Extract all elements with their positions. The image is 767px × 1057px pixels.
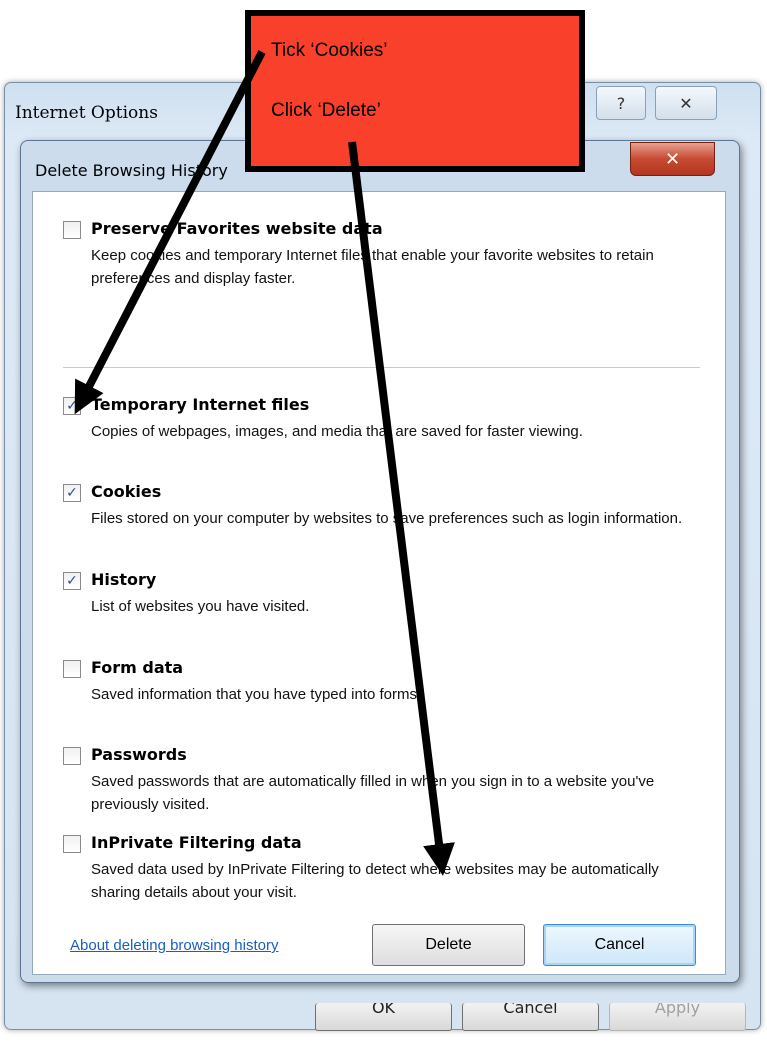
dialog-body: Preserve Favorites website data Keep coo…	[32, 191, 726, 975]
help-icon: ?	[616, 93, 626, 113]
option-description: Saved data used by InPrivate Filtering t…	[91, 861, 659, 901]
cancel-button[interactable]: Cancel	[543, 924, 696, 966]
option-description: Copies of webpages, images, and media th…	[91, 423, 583, 440]
option-description: List of websites you have visited.	[91, 598, 310, 615]
checkbox-temporary-internet-files[interactable]: ✓	[63, 397, 81, 415]
checkbox-cookies[interactable]: ✓	[63, 484, 81, 502]
option-label: Preserve Favorites website data	[91, 219, 383, 238]
checkbox-passwords[interactable]	[63, 747, 81, 765]
option-description: Files stored on your computer by website…	[91, 510, 683, 527]
outer-cancel-button[interactable]: Cancel	[462, 1003, 599, 1031]
option-label: Cookies	[91, 482, 162, 501]
option-label: InPrivate Filtering data	[91, 833, 302, 852]
instruction-callout: Tick ‘Cookies’ Click ‘Delete’	[245, 10, 585, 172]
outer-button-row: OK Cancel Apply	[315, 1003, 755, 1031]
option-label: Passwords	[91, 745, 187, 764]
about-deleting-history-link[interactable]: About deleting browsing history	[70, 937, 278, 954]
option-description: Keep cookies and temporary Internet file…	[91, 247, 654, 287]
ok-button[interactable]: OK	[315, 1003, 452, 1031]
close-icon: ✕	[664, 148, 681, 170]
instruction-click-delete: Click ‘Delete’	[271, 100, 381, 121]
checkbox-form-data[interactable]	[63, 660, 81, 678]
option-description: Saved information that you have typed in…	[91, 686, 422, 703]
checkbox-inprivate-filtering[interactable]	[63, 835, 81, 853]
divider	[63, 367, 700, 368]
help-button[interactable]: ?	[596, 86, 646, 120]
instruction-tick-cookies: Tick ‘Cookies’	[271, 40, 388, 61]
option-description: Saved passwords that are automatically f…	[91, 773, 655, 813]
dialog-title: Delete Browsing History	[35, 161, 228, 180]
checkbox-preserve-favorites[interactable]	[63, 221, 81, 239]
window-close-button[interactable]: ✕	[655, 86, 717, 120]
option-label: Temporary Internet files	[91, 395, 310, 414]
option-label: History	[91, 570, 157, 589]
delete-browsing-history-dialog: Delete Browsing History ✕ Preserve Favor…	[20, 140, 740, 983]
dialog-close-button[interactable]: ✕	[630, 142, 715, 176]
close-icon: ✕	[679, 93, 693, 113]
checkbox-history[interactable]: ✓	[63, 572, 81, 590]
delete-button[interactable]: Delete	[372, 924, 525, 966]
option-label: Form data	[91, 658, 184, 677]
window-title: Internet Options	[15, 103, 158, 123]
apply-button: Apply	[609, 1003, 746, 1031]
